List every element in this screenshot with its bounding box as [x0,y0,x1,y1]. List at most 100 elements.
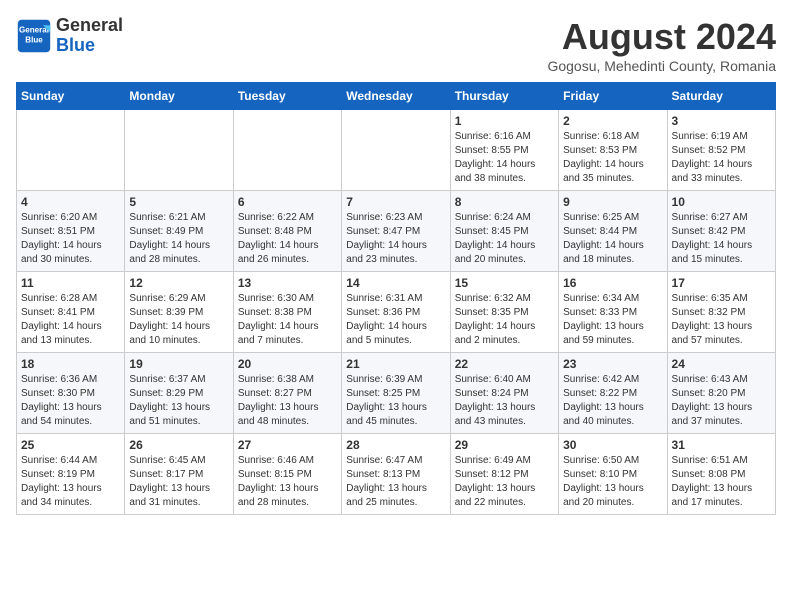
calendar-cell: 13 Sunrise: 6:30 AM Sunset: 8:38 PM Dayli… [233,272,341,353]
calendar-table: SundayMondayTuesdayWednesdayThursdayFrid… [16,82,776,515]
day-number: 2 [563,114,662,128]
day-number: 26 [129,438,228,452]
weekday-header: Saturday [667,83,775,110]
day-number: 11 [21,276,120,290]
day-number: 13 [238,276,337,290]
day-number: 12 [129,276,228,290]
calendar-cell: 19Sunrise: 6:37 AM Sunset: 8:29 PM Dayli… [125,353,233,434]
month-title: August 2024 [547,16,776,58]
weekday-header: Sunday [17,83,125,110]
day-info: Sunrise: 6:16 AM Sunset: 8:55 PM Dayligh… [455,130,554,186]
logo-icon: General Blue [16,18,52,54]
day-number: 21 [346,357,445,371]
day-info: Sunrise: 6:20 AM Sunset: 8:51 PM Dayligh… [21,211,120,267]
calendar-cell: 11 Sunrise: 6:28 AM Sunset: 8:41 PM Dayli… [17,272,125,353]
day-number: 15 [455,276,554,290]
calendar-cell: 15 Sunrise: 6:32 AM Sunset: 8:35 PM Dayli… [450,272,558,353]
calendar-cell: 5 Sunrise: 6:21 AM Sunset: 8:49 PM Daylig… [125,191,233,272]
day-number: 30 [563,438,662,452]
day-number: 5 [129,195,228,209]
weekday-header-row: SundayMondayTuesdayWednesdayThursdayFrid… [17,83,776,110]
calendar-cell [233,110,341,191]
calendar-cell: 16 Sunrise: 6:34 AM Sunset: 8:33 PM Dayli… [559,272,667,353]
day-number: 10 [672,195,771,209]
calendar-cell: 9 Sunrise: 6:25 AM Sunset: 8:44 PM Daylig… [559,191,667,272]
day-number: 14 [346,276,445,290]
calendar-cell: 6Sunrise: 6:22 AM Sunset: 8:48 PM Daylig… [233,191,341,272]
day-number: 31 [672,438,771,452]
calendar-week-row: 25 Sunrise: 6:44 AM Sunset: 8:19 PM Dayli… [17,434,776,515]
day-info: Sunrise: 6:37 AM Sunset: 8:29 PM Dayligh… [129,373,228,429]
day-number: 4 [21,195,120,209]
day-info: Sunrise: 6:32 AM Sunset: 8:35 PM Dayligh… [455,292,554,348]
day-info: Sunrise: 6:50 AM Sunset: 8:10 PM Dayligh… [563,454,662,510]
calendar-cell: 31 Sunrise: 6:51 AM Sunset: 8:08 PM Dayli… [667,434,775,515]
weekday-header: Friday [559,83,667,110]
page-header: General Blue General Blue August 2024 Go… [16,16,776,74]
day-info: Sunrise: 6:28 AM Sunset: 8:41 PM Dayligh… [21,292,120,348]
day-number: 24 [672,357,771,371]
calendar-cell: 1 Sunrise: 6:16 AM Sunset: 8:55 PM Daylig… [450,110,558,191]
day-number: 16 [563,276,662,290]
day-info: Sunrise: 6:44 AM Sunset: 8:19 PM Dayligh… [21,454,120,510]
day-info: Sunrise: 6:27 AM Sunset: 8:42 PM Dayligh… [672,211,771,267]
day-number: 17 [672,276,771,290]
day-number: 28 [346,438,445,452]
calendar-cell: 25 Sunrise: 6:44 AM Sunset: 8:19 PM Dayli… [17,434,125,515]
calendar-cell: 2Sunrise: 6:18 AM Sunset: 8:53 PM Daylig… [559,110,667,191]
weekday-header: Thursday [450,83,558,110]
weekday-header: Tuesday [233,83,341,110]
calendar-cell: 12 Sunrise: 6:29 AM Sunset: 8:39 PM Dayli… [125,272,233,353]
calendar-cell: 24Sunrise: 6:43 AM Sunset: 8:20 PM Dayli… [667,353,775,434]
day-info: Sunrise: 6:38 AM Sunset: 8:27 PM Dayligh… [238,373,337,429]
calendar-cell: 23 Sunrise: 6:42 AM Sunset: 8:22 PM Dayli… [559,353,667,434]
day-number: 6 [238,195,337,209]
calendar-cell [17,110,125,191]
calendar-cell: 28 Sunrise: 6:47 AM Sunset: 8:13 PM Dayli… [342,434,450,515]
svg-text:General: General [19,25,49,34]
day-info: Sunrise: 6:35 AM Sunset: 8:32 PM Dayligh… [672,292,771,348]
day-number: 27 [238,438,337,452]
calendar-cell: 29Sunrise: 6:49 AM Sunset: 8:12 PM Dayli… [450,434,558,515]
weekday-header: Monday [125,83,233,110]
day-info: Sunrise: 6:47 AM Sunset: 8:13 PM Dayligh… [346,454,445,510]
day-info: Sunrise: 6:30 AM Sunset: 8:38 PM Dayligh… [238,292,337,348]
day-info: Sunrise: 6:31 AM Sunset: 8:36 PM Dayligh… [346,292,445,348]
day-info: Sunrise: 6:39 AM Sunset: 8:25 PM Dayligh… [346,373,445,429]
day-info: Sunrise: 6:46 AM Sunset: 8:15 PM Dayligh… [238,454,337,510]
calendar-cell: 4 Sunrise: 6:20 AM Sunset: 8:51 PM Daylig… [17,191,125,272]
day-info: Sunrise: 6:25 AM Sunset: 8:44 PM Dayligh… [563,211,662,267]
calendar-cell: 3Sunrise: 6:19 AM Sunset: 8:52 PM Daylig… [667,110,775,191]
calendar-cell: 22Sunrise: 6:40 AM Sunset: 8:24 PM Dayli… [450,353,558,434]
calendar-week-row: 1 Sunrise: 6:16 AM Sunset: 8:55 PM Daylig… [17,110,776,191]
calendar-week-row: 18Sunrise: 6:36 AM Sunset: 8:30 PM Dayli… [17,353,776,434]
calendar-cell: 10 Sunrise: 6:27 AM Sunset: 8:42 PM Dayli… [667,191,775,272]
calendar-cell: 7Sunrise: 6:23 AM Sunset: 8:47 PM Daylig… [342,191,450,272]
calendar-cell: 27 Sunrise: 6:46 AM Sunset: 8:15 PM Dayli… [233,434,341,515]
day-number: 23 [563,357,662,371]
day-info: Sunrise: 6:23 AM Sunset: 8:47 PM Dayligh… [346,211,445,267]
day-info: Sunrise: 6:42 AM Sunset: 8:22 PM Dayligh… [563,373,662,429]
day-number: 9 [563,195,662,209]
day-number: 1 [455,114,554,128]
day-info: Sunrise: 6:21 AM Sunset: 8:49 PM Dayligh… [129,211,228,267]
svg-text:Blue: Blue [25,35,43,44]
logo-text: General Blue [56,16,123,56]
day-number: 3 [672,114,771,128]
day-info: Sunrise: 6:34 AM Sunset: 8:33 PM Dayligh… [563,292,662,348]
calendar-cell: 14 Sunrise: 6:31 AM Sunset: 8:36 PM Dayli… [342,272,450,353]
day-info: Sunrise: 6:51 AM Sunset: 8:08 PM Dayligh… [672,454,771,510]
day-info: Sunrise: 6:29 AM Sunset: 8:39 PM Dayligh… [129,292,228,348]
weekday-header: Wednesday [342,83,450,110]
calendar-cell: 26 Sunrise: 6:45 AM Sunset: 8:17 PM Dayli… [125,434,233,515]
day-info: Sunrise: 6:36 AM Sunset: 8:30 PM Dayligh… [21,373,120,429]
calendar-week-row: 11 Sunrise: 6:28 AM Sunset: 8:41 PM Dayli… [17,272,776,353]
logo: General Blue General Blue [16,16,123,56]
day-number: 25 [21,438,120,452]
day-info: Sunrise: 6:45 AM Sunset: 8:17 PM Dayligh… [129,454,228,510]
day-info: Sunrise: 6:24 AM Sunset: 8:45 PM Dayligh… [455,211,554,267]
calendar-cell [342,110,450,191]
calendar-week-row: 4 Sunrise: 6:20 AM Sunset: 8:51 PM Daylig… [17,191,776,272]
day-info: Sunrise: 6:49 AM Sunset: 8:12 PM Dayligh… [455,454,554,510]
calendar-cell: 20Sunrise: 6:38 AM Sunset: 8:27 PM Dayli… [233,353,341,434]
